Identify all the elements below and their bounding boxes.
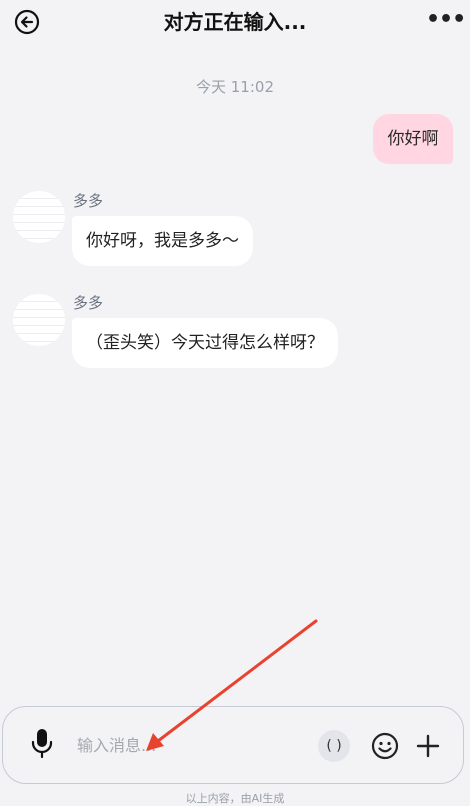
plus-icon[interactable] (413, 731, 443, 761)
message-composer: ( ) (2, 706, 464, 784)
paren-button[interactable]: ( ) (318, 730, 350, 762)
avatar[interactable] (13, 191, 65, 243)
bot-message-bubble: （歪头笑）今天过得怎么样呀？ (72, 318, 338, 368)
more-dots-icon[interactable]: ••• (426, 9, 466, 34)
microphone-icon[interactable] (29, 727, 55, 761)
bot-message-bubble: 你好呀，我是多多～ (72, 216, 253, 266)
sender-name: 多多 (73, 192, 104, 210)
message-input[interactable] (75, 729, 299, 761)
avatar[interactable] (13, 294, 65, 346)
my-message-bubble: 你好啊 (373, 114, 453, 164)
message-timestamp: 今天 11:02 (196, 78, 274, 96)
ai-disclaimer: 以上内容，由AI生成 (185, 792, 285, 805)
smiley-icon[interactable] (370, 731, 400, 761)
page-title: 对方正在输入... (163, 10, 307, 34)
sender-name: 多多 (73, 294, 104, 312)
chat-header: 对方正在输入... ••• (0, 0, 470, 46)
